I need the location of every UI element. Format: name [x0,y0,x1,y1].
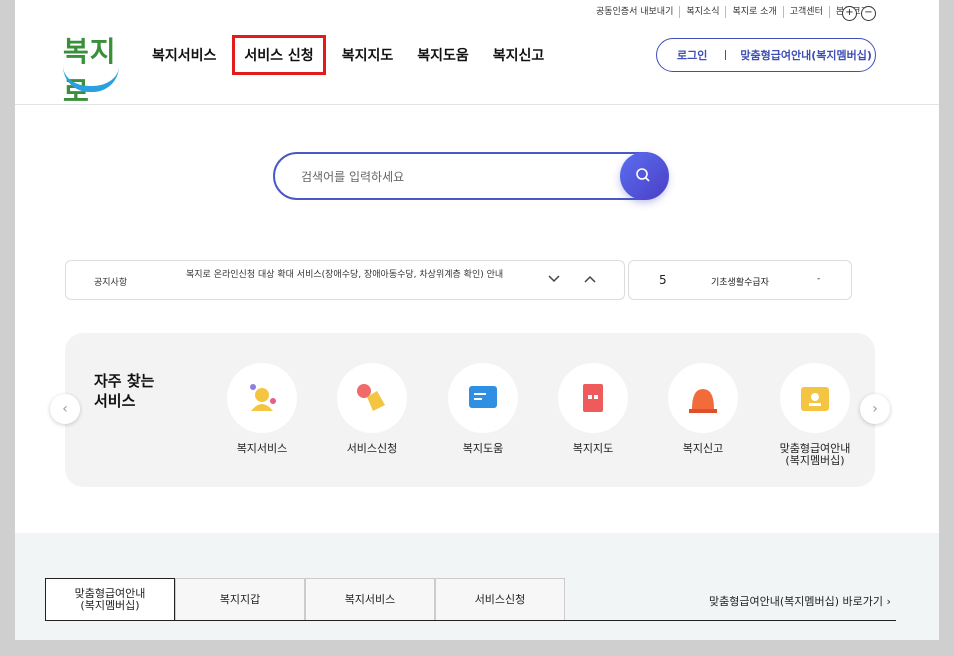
search-button[interactable] [620,152,668,200]
nav-welfare-service[interactable]: 복지서비스 [140,35,228,75]
siren-icon [668,363,738,433]
util-link-cert[interactable]: 공동인증서 내보내기 [590,6,679,18]
login-box: 로그인 맞춤형급여안내(복지멤버십) [656,38,876,72]
carousel-next-button[interactable]: › [860,394,890,424]
util-link-about[interactable]: 복지로 소개 [725,6,782,18]
chevron-down-icon[interactable] [548,273,560,287]
search-input[interactable]: 검색어를 입력하세요 [273,152,669,200]
shortcut-label: 맞춤형급여안내(복지멤버십) 바로가기 [709,595,883,608]
notice-bar: 공지사항 복지로 온라인신청 대상 확대 서비스(장애수당, 장애아동수당, 차… [65,260,625,300]
util-link-support[interactable]: 고객센터 [782,6,829,18]
tab-underline [45,620,896,621]
favorite-title-line1: 자주 찾는 [94,372,155,390]
login-link[interactable]: 로그인 [657,47,725,63]
fav-item-label: 복지신고 [682,442,724,455]
search-placeholder: 검색어를 입력하세요 [301,170,405,184]
map-icon [558,363,628,433]
zoom-out-button[interactable]: − [861,6,876,21]
utility-links: 공동인증서 내보내기 복지소식 복지로 소개 고객센터 본문크기 [590,6,875,18]
tab-membership[interactable]: 맞춤형급여안내 (복지멤버십) [45,578,175,621]
notice-label: 공지사항 [94,278,128,288]
fav-item-label: 서비스신청 [346,442,398,455]
main-nav: 복지서비스 서비스 신청 복지지도 복지도움 복지신고 [140,35,556,75]
zoom-in-button[interactable]: + [842,6,857,21]
search-icon [636,168,650,182]
chat-bubble-icon [448,363,518,433]
nav-welfare-report[interactable]: 복지신고 [481,35,557,75]
membership-shortcut-link[interactable]: 맞춤형급여안내(복지멤버십) 바로가기 › [709,593,891,609]
stat-label: 기초생활수급자 [711,278,769,288]
fav-item-label: 복지서비스 [236,442,288,455]
tab-list: 맞춤형급여안내 (복지멤버십) 복지지갑 복지서비스 서비스신청 [45,578,565,621]
tab-welfare-service[interactable]: 복지서비스 [305,578,435,621]
fav-item-membership[interactable]: 맞춤형급여안내 (복지멤버십) [770,363,860,467]
id-card-icon [780,363,850,433]
nav-welfare-help[interactable]: 복지도움 [405,35,481,75]
tab-wallet[interactable]: 복지지갑 [175,578,305,621]
fav-item-welfare-help[interactable]: 복지도움 [438,363,528,455]
util-link-news[interactable]: 복지소식 [679,6,725,18]
stat-box: 5 기초생활수급자 - [628,260,852,300]
stat-dash: - [817,274,821,284]
fav-item-welfare-map[interactable]: 복지지도 [548,363,638,455]
person-icon [227,363,297,433]
fav-item-label: 맞춤형급여안내 (복지멤버십) [779,442,851,467]
fav-item-welfare-report[interactable]: 복지신고 [658,363,748,455]
header-divider [15,104,939,105]
page: 공동인증서 내보내기 복지소식 복지로 소개 고객센터 본문크기 복지로 복지서… [15,0,939,640]
notice-text[interactable]: 복지로 온라인신청 대상 확대 서비스(장애수당, 장애아동수당, 차상위계층 … [186,270,526,281]
chevron-right-icon: › [886,595,891,608]
logo[interactable]: 복지로 [55,30,125,108]
favorite-title: 자주 찾는 서비스 [94,371,154,411]
zoom-buttons: + − [842,6,876,21]
fav-item-service-apply[interactable]: 서비스신청 [327,363,417,455]
favorite-services: 자주 찾는 서비스 복지서비스 서비스신청 복지도움 복지지도 복지신고 맞춤형… [65,333,875,487]
membership-link[interactable]: 맞춤형급여안내(복지멤버십) [726,47,872,63]
chevron-up-icon[interactable] [584,273,596,287]
carousel-prev-button[interactable]: ‹ [50,394,80,424]
hand-pointer-icon [337,363,407,433]
nav-service-apply[interactable]: 서비스 신청 [232,35,326,75]
favorite-title-line2: 서비스 [94,392,136,410]
fav-item-welfare-service[interactable]: 복지서비스 [217,363,307,455]
stat-number: 5 [659,273,667,287]
tab-service-apply[interactable]: 서비스신청 [435,578,565,621]
fav-item-label: 복지도움 [462,442,504,455]
fav-item-label: 복지지도 [572,442,614,455]
nav-welfare-map[interactable]: 복지지도 [330,35,406,75]
